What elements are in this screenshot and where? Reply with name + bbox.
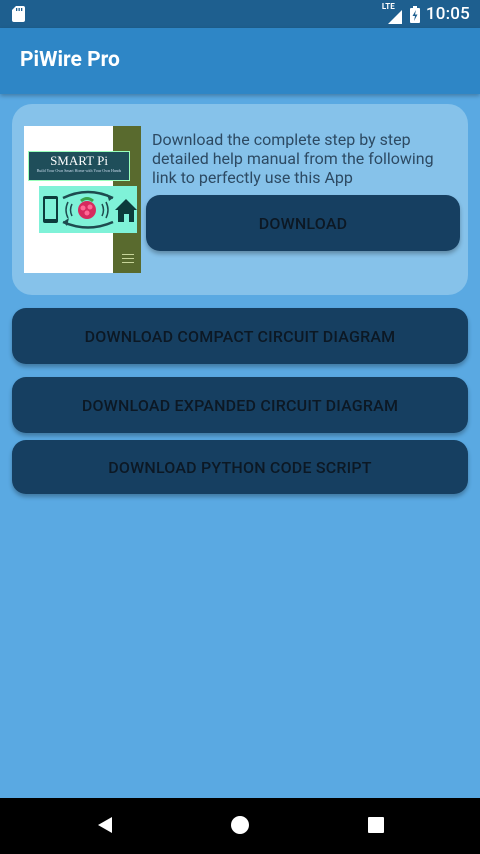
manual-description: Download the complete step by step detai… [152,130,434,187]
battery-charging-icon [409,5,420,23]
house-icon [115,199,137,222]
cover-title: SMART Pi [50,153,108,168]
raspberry-pi-icon [78,197,96,219]
download-compact-diagram-button[interactable]: DOWNLOAD COMPACT CIRCUIT DIAGRAM [12,308,468,364]
manual-cover-image: SMART Pi Build Your Own Smart Home with … [24,126,141,273]
download-expanded-diagram-button[interactable]: DOWNLOAD EXPANDED CIRCUIT DIAGRAM [12,377,468,433]
cover-spine-lines [122,254,134,266]
download-manual-button[interactable]: DOWNLOAD [146,195,460,251]
signal-icon [387,10,402,24]
back-icon[interactable] [95,815,115,835]
download-python-script-button[interactable]: DOWNLOAD PYTHON CODE SCRIPT [12,440,468,494]
app-title: PiWire Pro [20,48,120,72]
app-bar: PiWire Pro [0,28,480,94]
signal-indicator: LTE [382,2,404,24]
recents-icon[interactable] [366,815,386,835]
cover-subtitle: Build Your Own Smart Home with Your Own … [36,168,122,173]
status-bar: LTE 10:05 [0,0,480,28]
navigation-bar [0,798,480,854]
cover-illustration [39,186,137,233]
phone-icon [43,196,58,223]
sd-card-icon [12,6,25,22]
home-icon[interactable] [230,815,250,835]
cover-header: SMART Pi Build Your Own Smart Home with … [28,151,130,181]
clock: 10:05 [425,4,470,24]
